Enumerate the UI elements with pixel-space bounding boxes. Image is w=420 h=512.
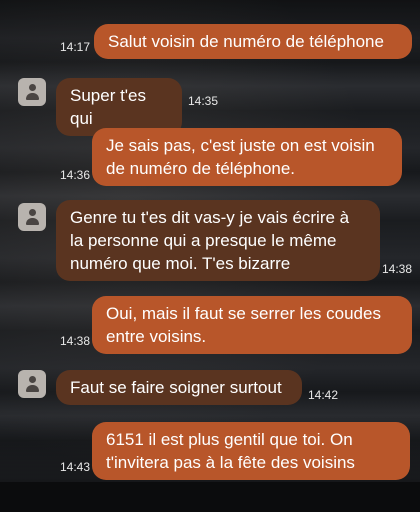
contact-avatar-icon[interactable] [18, 370, 46, 398]
message-text-line: Faut se faire soigner surtout [70, 378, 282, 397]
message-text-line: entre voisins. [106, 327, 207, 346]
message-bubble[interactable]: Oui, mais il faut se serrer les coudes e… [92, 296, 412, 354]
message-bubble[interactable]: Salut voisin de numéro de téléphone [94, 24, 412, 59]
message-time: 14:36 [60, 168, 91, 182]
message-time: 14:17 [60, 40, 91, 54]
message-bubble[interactable]: 6151 il est plus gentil que toi. On t'in… [92, 422, 410, 480]
bottom-bar [0, 482, 420, 512]
message-text-line: t'invitera pas à la fête des voisins [106, 453, 355, 472]
message-time: 14:38 [382, 262, 413, 276]
message-text-line: Super t'es qui [70, 86, 147, 128]
message-time: 14:42 [308, 388, 339, 402]
message-bubble[interactable]: Genre tu t'es dit vas-y je vais écrire à… [56, 200, 380, 281]
message-time: 14:43 [60, 460, 91, 474]
message-text-line: 6151 il est plus gentil que toi. On [106, 430, 353, 449]
chat-screen: 14:17 Salut voisin de numéro de téléphon… [0, 0, 420, 512]
message-text-line: Salut voisin de numéro de téléphone [108, 32, 384, 51]
message-bubble[interactable]: Je sais pas, c'est juste on est voisin d… [92, 128, 402, 186]
contact-avatar-icon[interactable] [18, 78, 46, 106]
message-text-line: Genre tu t'es dit vas-y je vais écrire à [70, 208, 350, 227]
message-text-line: Oui, mais il faut se serrer les coudes [106, 304, 381, 323]
message-text-line: numéro que moi. T'es bizarre [70, 254, 291, 273]
message-bubble[interactable]: Faut se faire soigner surtout [56, 370, 302, 405]
message-time: 14:38 [60, 334, 91, 348]
message-text-line: de numéro de téléphone. [106, 159, 296, 178]
message-text-line: Je sais pas, c'est juste on est voisin [106, 136, 375, 155]
message-time: 14:35 [188, 94, 219, 108]
contact-avatar-icon[interactable] [18, 203, 46, 231]
message-text-line: la personne qui a presque le même [70, 231, 337, 250]
